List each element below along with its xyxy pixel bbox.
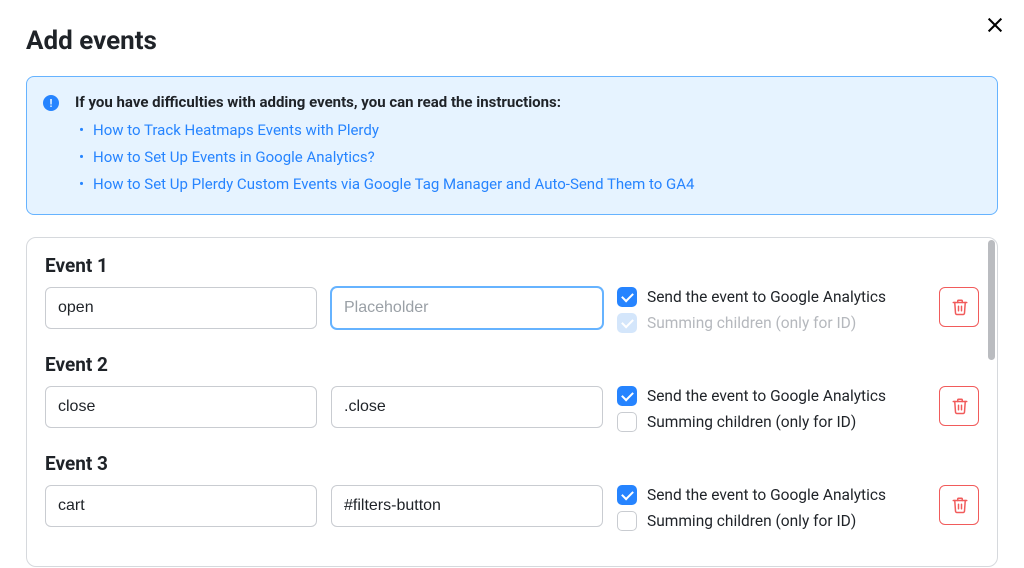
scrollbar[interactable] [988, 240, 995, 360]
event-title: Event 3 [45, 452, 979, 475]
close-icon[interactable] [984, 14, 1006, 36]
info-icon: ! [43, 95, 59, 111]
trash-icon [951, 496, 967, 514]
send-ga-option[interactable]: Send the event to Google Analytics [617, 287, 925, 307]
event-title: Event 2 [45, 353, 979, 376]
events-list: Event 1 Send the event to Google Analyti… [26, 237, 998, 567]
summing-option: Summing children (only for ID) [617, 313, 925, 333]
trash-icon [951, 298, 967, 316]
send-ga-option[interactable]: Send the event to Google Analytics [617, 386, 925, 406]
option-label: Summing children (only for ID) [647, 413, 856, 431]
option-label: Send the event to Google Analytics [647, 486, 886, 504]
event-selector-input[interactable] [331, 386, 603, 428]
option-label: Send the event to Google Analytics [647, 387, 886, 405]
info-banner-title: If you have difficulties with adding eve… [75, 93, 977, 111]
delete-button[interactable] [939, 287, 979, 327]
checkbox-icon [617, 313, 637, 333]
event-selector-input[interactable] [331, 485, 603, 527]
option-label: Send the event to Google Analytics [647, 288, 886, 306]
trash-icon [951, 397, 967, 415]
event-name-input[interactable] [45, 485, 317, 527]
help-link[interactable]: How to Set Up Events in Google Analytics… [93, 148, 375, 166]
event-selector-input[interactable] [331, 287, 603, 329]
page-title: Add events [26, 26, 998, 56]
info-banner: ! If you have difficulties with adding e… [26, 76, 998, 215]
checkbox-icon [617, 485, 637, 505]
checkbox-icon [617, 511, 637, 531]
option-label: Summing children (only for ID) [647, 314, 856, 332]
help-link[interactable]: How to Set Up Plerdy Custom Events via G… [93, 175, 694, 193]
info-links-list: How to Track Heatmaps Events with Plerdy… [75, 117, 977, 198]
delete-button[interactable] [939, 485, 979, 525]
event-item: Event 2 Send the event to Google Analyti… [45, 353, 979, 432]
option-label: Summing children (only for ID) [647, 512, 856, 530]
event-name-input[interactable] [45, 287, 317, 329]
event-item: Event 1 Send the event to Google Analyti… [45, 254, 979, 333]
summing-option[interactable]: Summing children (only for ID) [617, 511, 925, 531]
send-ga-option[interactable]: Send the event to Google Analytics [617, 485, 925, 505]
help-link[interactable]: How to Track Heatmaps Events with Plerdy [93, 121, 379, 139]
checkbox-icon [617, 287, 637, 307]
summing-option[interactable]: Summing children (only for ID) [617, 412, 925, 432]
add-events-modal: Add events ! If you have difficulties wi… [0, 0, 1024, 567]
event-title: Event 1 [45, 254, 979, 277]
checkbox-icon [617, 412, 637, 432]
delete-button[interactable] [939, 386, 979, 426]
event-item: Event 3 Send the event to Google Analyti… [45, 452, 979, 531]
event-name-input[interactable] [45, 386, 317, 428]
checkbox-icon [617, 386, 637, 406]
